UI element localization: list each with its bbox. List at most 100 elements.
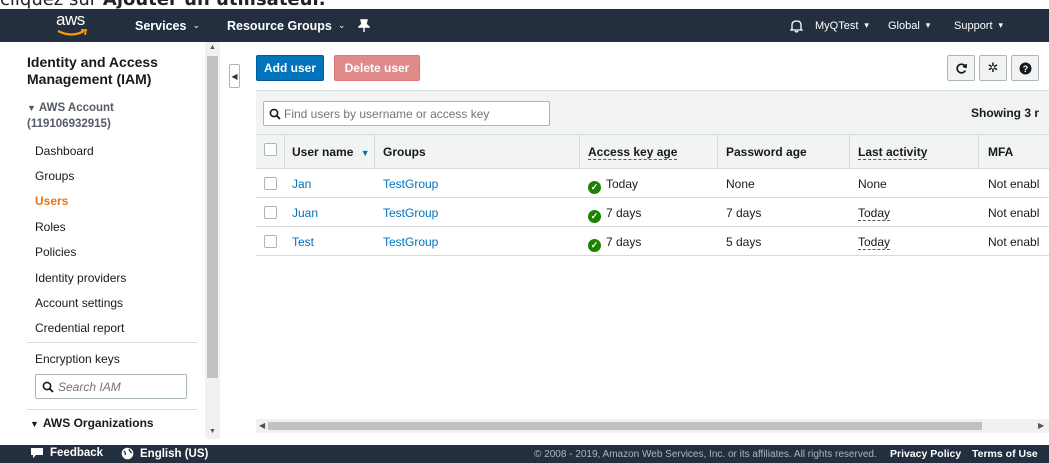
speech-bubble-icon <box>31 448 43 458</box>
header-username-label: User name <box>292 145 354 159</box>
sidebar-title[interactable]: Identity and Access Management (IAM) <box>27 54 158 88</box>
aws-account-section[interactable]: ▼ AWS Account (119106932915) <box>27 100 114 132</box>
terms-of-use-link[interactable]: Terms of Use <box>972 448 1038 460</box>
row-checkbox[interactable] <box>264 235 277 248</box>
sidebar-scrollbar[interactable]: ▲ ▼ <box>205 42 220 439</box>
search-iam-input[interactable] <box>58 379 178 394</box>
row-checkbox[interactable] <box>264 206 277 219</box>
scroll-up-icon[interactable]: ▲ <box>209 44 216 51</box>
username-link[interactable]: Jan <box>292 177 311 191</box>
select-all-checkbox[interactable] <box>264 143 277 156</box>
header-mfa[interactable]: MFA <box>988 145 1013 159</box>
header-last-activity[interactable]: Last activity <box>858 145 928 160</box>
username-link[interactable]: Juan <box>292 206 318 220</box>
settings-button[interactable]: ✲ <box>979 55 1007 81</box>
privacy-policy-link[interactable]: Privacy Policy <box>890 448 961 460</box>
password-age-cell: None <box>726 177 755 191</box>
table-search-band: Showing 3 r <box>256 90 1049 135</box>
check-circle-icon: ✓ <box>588 210 601 223</box>
username-link[interactable]: Test <box>292 235 314 249</box>
aws-account-label: AWS Account <box>38 102 114 114</box>
resource-groups-menu[interactable]: Resource Groups ⌄ <box>227 9 345 42</box>
group-link[interactable]: TestGroup <box>383 235 438 249</box>
language-label: English (US) <box>140 447 209 460</box>
aws-organizations-label: AWS Organizations <box>42 416 154 430</box>
help-icon: ? <box>1019 62 1031 74</box>
feedback-link[interactable]: Feedback <box>30 447 103 459</box>
services-menu[interactable]: Services ⌄ <box>135 9 200 42</box>
sidebar-item-roles[interactable]: Roles <box>35 220 66 234</box>
refresh-icon <box>955 62 967 74</box>
support-menu[interactable]: Support ▾ <box>954 9 1003 42</box>
header-username[interactable]: User name ▼ <box>292 145 370 159</box>
page-caption: cliquez sur Ajouter un utilisateur. <box>0 0 1049 9</box>
sidebar-item-policies[interactable]: Policies <box>35 245 76 259</box>
caret-down-icon: ▾ <box>998 20 1004 30</box>
sidebar-item-users[interactable]: Users <box>35 194 68 208</box>
sidebar-item-groups[interactable]: Groups <box>35 169 74 183</box>
column-divider <box>717 135 718 169</box>
delete-user-button[interactable]: Delete user <box>334 55 420 81</box>
last-activity-cell[interactable]: Today <box>858 206 891 221</box>
sidebar-item-account-settings[interactable]: Account settings <box>35 296 123 310</box>
scroll-left-icon[interactable]: ◀ <box>259 421 265 430</box>
access-key-age-value: 7 days <box>606 206 642 220</box>
table-scroll-thumb[interactable] <box>268 422 982 430</box>
group-link[interactable]: TestGroup <box>383 177 438 191</box>
sidebar-item-encryption-keys[interactable]: Encryption keys <box>35 352 120 366</box>
pin-icon[interactable] <box>358 9 370 42</box>
svg-text:?: ? <box>1022 64 1028 74</box>
group-link[interactable]: TestGroup <box>383 206 438 220</box>
scroll-down-icon[interactable]: ▼ <box>209 428 216 435</box>
row-checkbox[interactable] <box>264 177 277 190</box>
aws-logo-text: aws <box>56 10 85 29</box>
find-users-input[interactable] <box>284 106 544 121</box>
table-row[interactable]: Jan TestGroup ✓ Today None None Not enabl <box>256 169 1049 198</box>
header-groups[interactable]: Groups <box>383 145 426 159</box>
account-menu[interactable]: MyQTest ▾ <box>815 9 869 42</box>
access-key-age-cell: ✓ 7 days <box>588 206 641 223</box>
mfa-cell: Not enabl <box>988 177 1040 191</box>
services-label: Services <box>135 18 187 33</box>
last-activity-value: Today <box>858 206 891 221</box>
table-search-box[interactable] <box>263 101 550 126</box>
aws-smile-icon <box>57 29 88 36</box>
caret-down-icon: ▾ <box>864 20 869 30</box>
column-divider <box>579 135 580 169</box>
column-divider <box>849 135 850 169</box>
scroll-right-icon[interactable]: ▶ <box>1038 421 1044 430</box>
sidebar-scroll-thumb[interactable] <box>207 56 218 378</box>
table-row[interactable]: Test TestGroup ✓ 7 days 5 days Today Not … <box>256 227 1049 256</box>
table-row[interactable]: Juan TestGroup ✓ 7 days 7 days Today Not … <box>256 198 1049 227</box>
sidebar-search-box[interactable] <box>35 374 187 399</box>
help-button[interactable]: ? <box>1011 55 1039 81</box>
access-key-age-value: 7 days <box>606 235 642 249</box>
search-icon <box>42 381 54 393</box>
region-menu[interactable]: Global ▾ <box>888 9 930 42</box>
password-age-cell: 5 days <box>726 235 762 249</box>
sidebar: Identity and Access Management (IAM) ▼ AW… <box>0 42 220 439</box>
aws-organizations-section[interactable]: ▼ AWS Organizations <box>30 416 154 430</box>
language-selector[interactable]: English (US) <box>121 447 208 460</box>
mfa-cell: Not enabl <box>988 206 1040 220</box>
refresh-button[interactable] <box>947 55 975 81</box>
access-key-age-cell: ✓ Today <box>588 177 638 194</box>
collapse-sidebar-button[interactable]: ◀ <box>229 64 240 88</box>
aws-logo[interactable]: aws <box>56 10 92 40</box>
sidebar-item-credential-report[interactable]: Credential report <box>35 321 124 335</box>
sidebar-item-identity-providers[interactable]: Identity providers <box>35 271 126 285</box>
table-horizontal-scrollbar[interactable]: ◀ ▶ <box>256 419 1049 433</box>
bell-icon[interactable] <box>790 9 803 42</box>
check-circle-icon: ✓ <box>588 181 601 194</box>
resource-groups-label: Resource Groups <box>227 18 332 33</box>
top-navigation-bar: aws Services ⌄ Resource Groups ⌄ MyQTest ▾ … <box>0 9 1049 42</box>
globe-icon <box>121 447 134 460</box>
sidebar-item-dashboard[interactable]: Dashboard <box>35 144 94 158</box>
header-password-age[interactable]: Password age <box>726 145 807 159</box>
last-activity-cell[interactable]: Today <box>858 235 891 250</box>
last-activity-cell: None <box>858 177 887 191</box>
header-access-key-age[interactable]: Access key age <box>588 145 678 160</box>
caret-down-icon: ▾ <box>925 20 931 30</box>
add-user-button[interactable]: Add user <box>256 55 324 81</box>
sidebar-divider <box>27 409 197 410</box>
